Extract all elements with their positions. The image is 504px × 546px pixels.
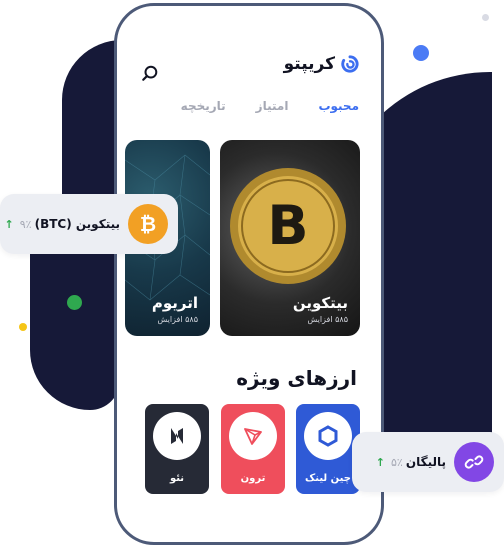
featured-section-title: ارزهای ویژه bbox=[236, 366, 357, 390]
pill-coin-name: پالیگان bbox=[405, 455, 446, 469]
featured-card-label: چین لینک bbox=[305, 473, 351, 484]
chainlink-icon bbox=[318, 425, 338, 447]
decor-dot-gray bbox=[482, 14, 489, 21]
bitcoin-price-pill[interactable]: ₿ بیتکوین (BTC) ۹٪ ↑ bbox=[0, 194, 178, 254]
tab-bar: محبوب امتیاز تاریخچه bbox=[181, 99, 359, 113]
app-header: کریپتو bbox=[284, 54, 359, 74]
card-subtitle: ۵۸۵ افزایش bbox=[307, 315, 348, 324]
arrow-up-icon: ↑ bbox=[375, 455, 386, 469]
tab-history[interactable]: تاریخچه bbox=[181, 99, 226, 113]
arrow-up-icon: ↑ bbox=[4, 217, 14, 231]
featured-card-neo[interactable]: نئو bbox=[145, 404, 209, 494]
tab-rating[interactable]: امتیاز bbox=[256, 99, 289, 113]
decor-dot-yellow bbox=[19, 323, 27, 331]
featured-card-chainlink[interactable]: چین لینک bbox=[296, 404, 360, 494]
bitcoin-icon: ₿ bbox=[128, 204, 168, 244]
card-title: اتریوم bbox=[151, 294, 198, 312]
tab-popular[interactable]: محبوب bbox=[318, 99, 359, 113]
featured-card-tron[interactable]: ترون bbox=[221, 404, 285, 494]
polygon-price-pill[interactable]: پالیگان ۵٪ ↑ bbox=[352, 432, 504, 492]
app-screen: کریپتو محبوب امتیاز تاریخچه اتریوم ۵۸۵ ا… bbox=[117, 6, 381, 542]
icon-badge bbox=[304, 412, 352, 460]
featured-card-label: ترون bbox=[240, 473, 266, 484]
decor-dot-blue bbox=[413, 45, 429, 61]
tron-icon bbox=[244, 428, 262, 445]
svg-text:B: B bbox=[267, 194, 308, 257]
search-icon[interactable] bbox=[141, 64, 159, 82]
decor-dot-green bbox=[67, 295, 82, 310]
card-title: بیتکوین bbox=[292, 294, 348, 312]
pill-coin-name: بیتکوین (BTC) bbox=[34, 217, 120, 231]
bitcoin-card[interactable]: B بیتکوین ۵۸۵ افزایش bbox=[220, 140, 360, 336]
link-chain-glyph bbox=[464, 455, 484, 469]
icon-badge bbox=[229, 412, 277, 460]
polygon-icon bbox=[454, 442, 494, 482]
neo-icon bbox=[171, 428, 183, 444]
pill-change-value: ۵٪ bbox=[391, 455, 403, 469]
phone-frame: کریپتو محبوب امتیاز تاریخچه اتریوم ۵۸۵ ا… bbox=[114, 3, 384, 545]
app-logo-icon bbox=[341, 55, 359, 73]
card-subtitle: ۵۸۵ افزایش bbox=[157, 315, 198, 324]
featured-card-label: نئو bbox=[169, 473, 185, 484]
pill-change-value: ۹٪ bbox=[19, 217, 32, 231]
icon-badge bbox=[153, 412, 201, 460]
app-title: کریپتو bbox=[283, 54, 335, 74]
